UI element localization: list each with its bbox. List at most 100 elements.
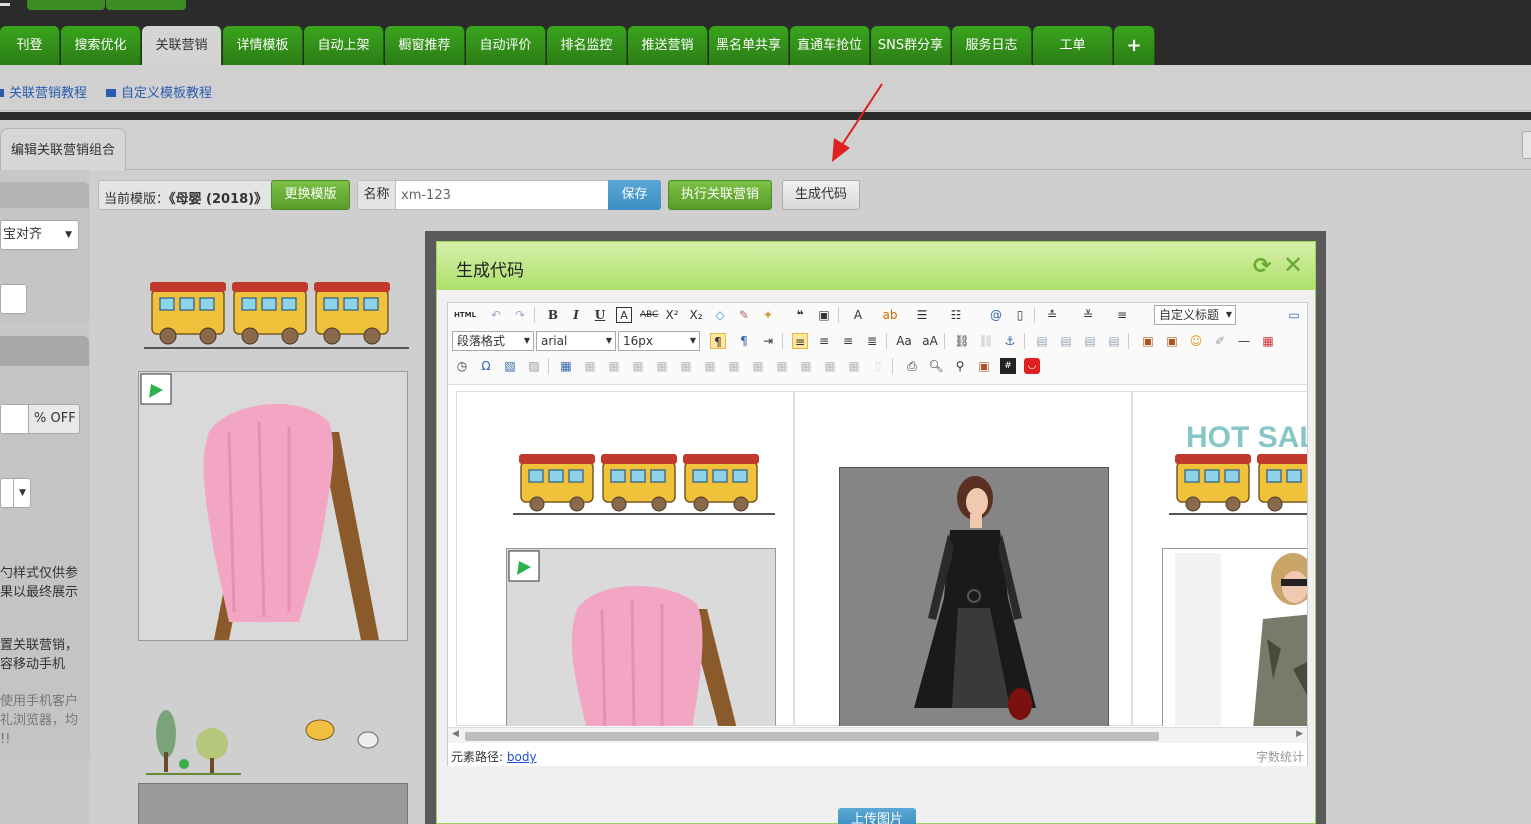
upload-image-button[interactable]: 上传图片: [838, 808, 916, 824]
indent-icon[interactable]: ⇥: [760, 333, 776, 349]
discount-field[interactable]: % OFF: [0, 404, 80, 434]
paragraph-format-select[interactable]: 段落格式 ▼: [452, 331, 534, 351]
table-tool-icon[interactable]: #: [1000, 358, 1016, 374]
background-icon[interactable]: ▨: [526, 358, 542, 374]
ordered-list-icon[interactable]: ☰: [914, 307, 930, 323]
image-float-none-icon[interactable]: ▤: [1034, 333, 1050, 349]
side-toggle-button[interactable]: [1522, 131, 1531, 159]
horizontal-rule-icon[interactable]: —: [1236, 333, 1252, 349]
nav-tab-related-marketing[interactable]: 关联营销: [142, 26, 222, 65]
nav-tab-search-optimize[interactable]: 搜索优化: [61, 26, 141, 65]
scroll-right-icon[interactable]: ▶: [1296, 729, 1303, 739]
find-replace-icon[interactable]: ⚲: [952, 358, 968, 374]
template-icon[interactable]: ▧: [502, 358, 518, 374]
html-source-icon[interactable]: HTML: [454, 307, 476, 323]
nav-tab-service-log[interactable]: 服务日志: [952, 26, 1032, 65]
nav-tab-sns-share[interactable]: SNS群分享: [871, 26, 951, 65]
blockquote-icon[interactable]: ❝: [792, 307, 808, 323]
align-select[interactable]: 宝对齐 ▼: [0, 220, 79, 250]
merge-cells-icon[interactable]: ▦: [726, 358, 742, 374]
auto-format-icon[interactable]: ✦: [760, 307, 776, 323]
rtl-direction-icon[interactable]: ¶: [736, 333, 752, 349]
scroll-left-icon[interactable]: ◀: [452, 729, 459, 739]
font-size-select[interactable]: 16px ▼: [618, 331, 700, 351]
nav-tab-push-marketing[interactable]: 推送营销: [628, 26, 708, 65]
insert-image-icon[interactable]: ▣: [1140, 333, 1156, 349]
horizontal-scrollbar[interactable]: ◀ ▶: [448, 727, 1307, 743]
nav-tab-car-bidding[interactable]: 直通车抢位: [790, 26, 870, 65]
align-right-icon[interactable]: ≡: [840, 333, 856, 349]
split-cols-icon[interactable]: ▦: [846, 358, 862, 374]
tutorial-link-related[interactable]: 关联营销教程: [0, 82, 87, 101]
refresh-icon[interactable]: ⟳: [1253, 254, 1271, 279]
line-height-icon[interactable]: ≡: [1114, 307, 1130, 323]
size-input[interactable]: [0, 284, 27, 314]
bold-icon[interactable]: B: [545, 307, 561, 323]
custom-title-select[interactable]: 自定义标题 ▼: [1154, 305, 1236, 325]
strikethrough-icon[interactable]: ABC: [640, 307, 658, 323]
uppercase-icon[interactable]: Aa: [896, 333, 912, 349]
edition-dropdown[interactable]: [27, 0, 105, 10]
align-justify-icon[interactable]: ≣: [864, 333, 880, 349]
insert-paragraph-icon[interactable]: ▦: [606, 358, 622, 374]
element-path-body-link[interactable]: body: [507, 750, 537, 764]
insert-table-icon[interactable]: ▦: [558, 358, 574, 374]
nav-tab-auto-list[interactable]: 自动上架: [304, 26, 384, 65]
discount-input[interactable]: [1, 405, 29, 433]
paste-icon[interactable]: ▣: [976, 358, 992, 374]
print-icon[interactable]: ⎙: [904, 358, 920, 374]
underline-icon[interactable]: U: [592, 307, 608, 323]
nav-tab-detail-template[interactable]: 详情模板: [223, 26, 303, 65]
nav-add-tab-button[interactable]: +: [1114, 26, 1155, 65]
font-color-icon[interactable]: A: [850, 307, 866, 323]
eraser-icon[interactable]: ◇: [712, 307, 728, 323]
close-icon[interactable]: ✕: [1283, 251, 1303, 279]
editor-content[interactable]: HOT SAL: [456, 391, 1307, 726]
format-brush-icon[interactable]: ✎: [736, 307, 752, 323]
execute-marketing-button[interactable]: 执行关联营销: [668, 180, 772, 210]
font-family-select[interactable]: arial ▼: [536, 331, 616, 351]
italic-icon[interactable]: I: [568, 307, 584, 323]
paste-plain-icon[interactable]: ▣: [816, 307, 832, 323]
date-icon[interactable]: ▦: [1260, 333, 1276, 349]
nav-tab-rank-monitor[interactable]: 排名监控: [547, 26, 627, 65]
emoticon-icon[interactable]: ☺: [1188, 333, 1204, 349]
unordered-list-icon[interactable]: ☷: [948, 307, 964, 323]
anchor-icon[interactable]: ⚓: [1002, 333, 1018, 349]
undo-icon[interactable]: ↶: [488, 307, 504, 323]
nav-tab-ticket[interactable]: 工单: [1033, 26, 1113, 65]
multi-image-icon[interactable]: ▣: [1164, 333, 1180, 349]
special-char-icon[interactable]: Ω: [478, 358, 494, 374]
merge-right-icon[interactable]: ▦: [750, 358, 766, 374]
nav-tab-auto-review[interactable]: 自动评价: [466, 26, 546, 65]
change-template-button[interactable]: 更换模版: [271, 180, 350, 210]
background-color-icon[interactable]: ab: [882, 307, 898, 323]
superscript-icon[interactable]: X²: [664, 307, 680, 323]
row-spacing-top-icon[interactable]: ≛: [1044, 307, 1060, 323]
font-border-icon[interactable]: A: [616, 307, 632, 323]
lowercase-icon[interactable]: aA: [922, 333, 938, 349]
generate-code-button[interactable]: 生成代码: [782, 180, 860, 210]
preview-icon[interactable]: 🔍︎: [928, 358, 944, 374]
menu-icon[interactable]: [0, 3, 10, 6]
delete-col-icon[interactable]: ▦: [702, 358, 718, 374]
page-icon[interactable]: ▯: [1012, 307, 1028, 323]
ltr-direction-icon[interactable]: ¶: [710, 333, 726, 349]
erp-button[interactable]: [106, 0, 186, 10]
redo-icon[interactable]: ↷: [512, 307, 528, 323]
align-left-icon[interactable]: ≡: [792, 333, 808, 349]
nav-tab-blacklist[interactable]: 黑名单共享: [709, 26, 789, 65]
scrawl-icon[interactable]: ✐: [1212, 333, 1228, 349]
name-input[interactable]: xm-123: [401, 188, 451, 203]
row-spacing-bottom-icon[interactable]: ≚: [1080, 307, 1096, 323]
anchor-text-icon[interactable]: @: [988, 307, 1004, 323]
merge-down-icon[interactable]: ▦: [774, 358, 790, 374]
preview-monitor-icon[interactable]: ▭: [1286, 307, 1302, 323]
image-float-left-icon[interactable]: ▤: [1058, 333, 1074, 349]
image-float-right-icon[interactable]: ▤: [1082, 333, 1098, 349]
image-center-icon[interactable]: ▤: [1106, 333, 1122, 349]
delete-table-icon[interactable]: ▦: [582, 358, 598, 374]
taobao-icon[interactable]: ◡: [1024, 358, 1040, 374]
scrollbar-thumb[interactable]: [465, 732, 1159, 741]
nav-tab-publish[interactable]: 刊登: [0, 26, 60, 65]
